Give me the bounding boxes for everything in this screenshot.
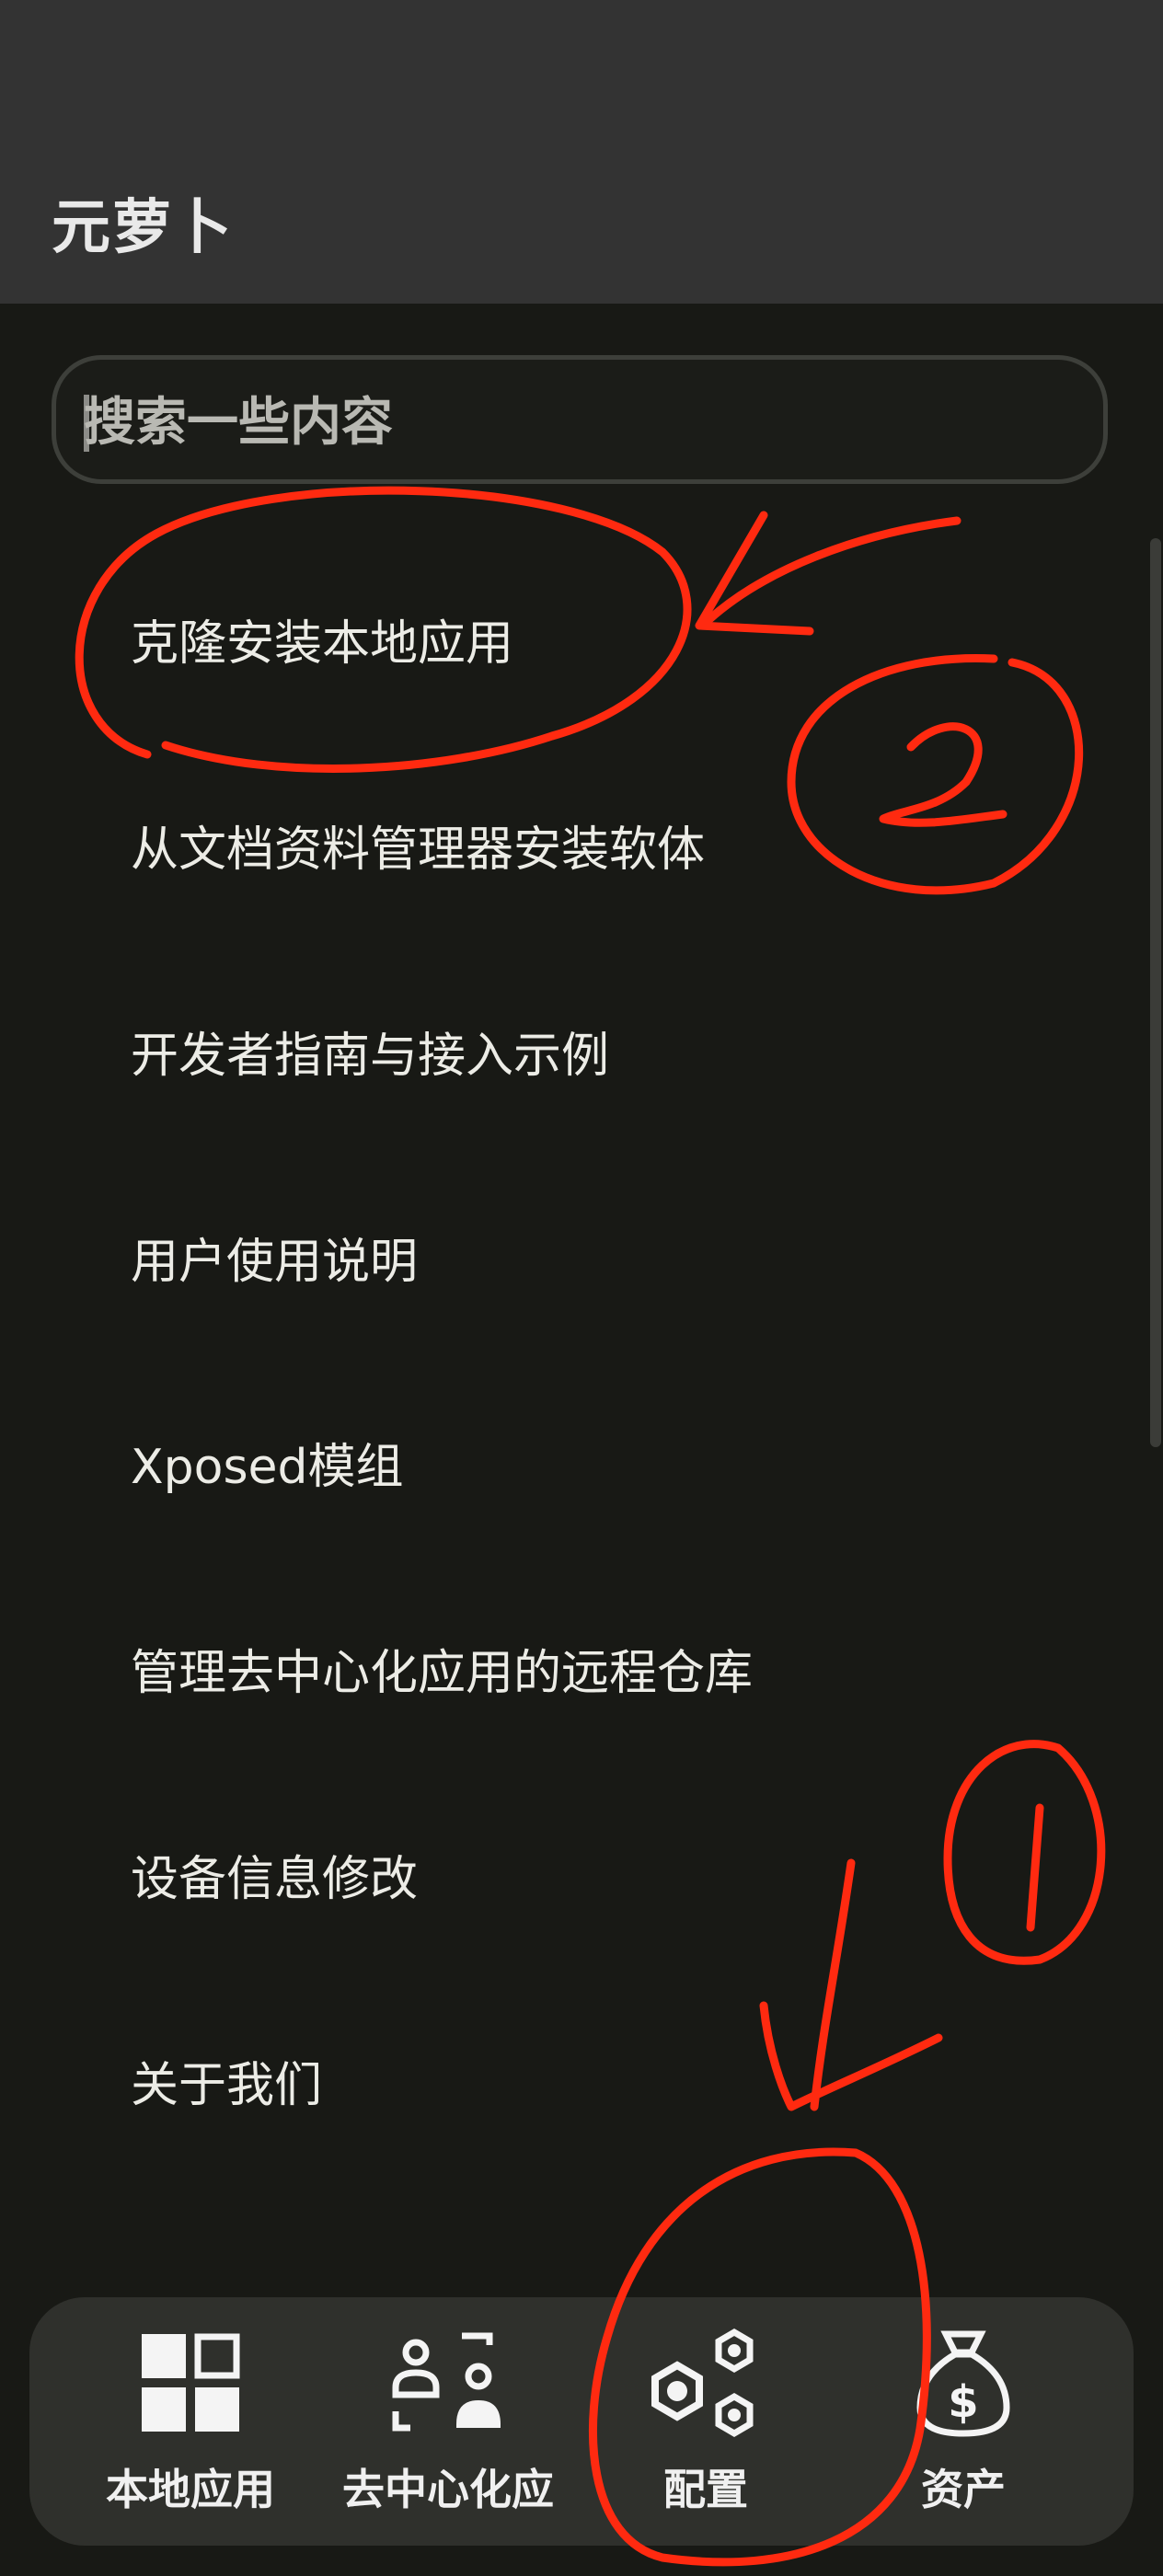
decentralized-users-icon xyxy=(388,2332,508,2437)
svg-text:$: $ xyxy=(948,2376,978,2428)
nav-label: 去中心化应 xyxy=(342,2465,554,2514)
hexagon-nuts-icon xyxy=(646,2328,766,2446)
search-input[interactable]: 搜索一些内容 xyxy=(52,355,1108,484)
app-bar: 元萝卜 xyxy=(0,0,1163,304)
nav-local-apps[interactable]: 本地应用 xyxy=(66,2297,315,2546)
scrollbar[interactable] xyxy=(1150,538,1161,1447)
money-bag-icon: $ xyxy=(913,2330,1014,2443)
nav-label: 配置 xyxy=(663,2465,748,2514)
nav-decentralized-apps[interactable]: 去中心化应 xyxy=(324,2297,572,2546)
app-title: 元萝卜 xyxy=(52,194,234,262)
nav-assets[interactable]: $ 资产 xyxy=(839,2297,1088,2546)
nav-label: 资产 xyxy=(921,2465,1006,2514)
nav-config[interactable]: 配置 xyxy=(582,2297,830,2546)
menu-item-device-info[interactable]: 设备信息修改 xyxy=(131,1829,1051,1930)
menu-item-install-from-files[interactable]: 从文档资料管理器安装软体 xyxy=(131,799,1051,901)
menu-item-user-manual[interactable]: 用户使用说明 xyxy=(131,1212,1051,1313)
menu-item-remote-repos[interactable]: 管理去中心化应用的远程仓库 xyxy=(131,1623,1051,1724)
menu-item-developer-guide[interactable]: 开发者指南与接入示例 xyxy=(131,1006,1051,1107)
nav-label: 本地应用 xyxy=(106,2465,275,2514)
search-placeholder: 搜索一些内容 xyxy=(84,393,393,453)
grid-apps-icon xyxy=(140,2332,241,2437)
menu-item-about[interactable]: 关于我们 xyxy=(131,2035,1051,2136)
bottom-navigation: 本地应用 去中心化应 配置 $ 资产 xyxy=(29,2297,1134,2546)
menu-item-clone-install[interactable]: 克隆安装本地应用 xyxy=(131,593,1051,695)
menu-item-xposed[interactable]: Xposed模组 xyxy=(131,1417,1051,1518)
